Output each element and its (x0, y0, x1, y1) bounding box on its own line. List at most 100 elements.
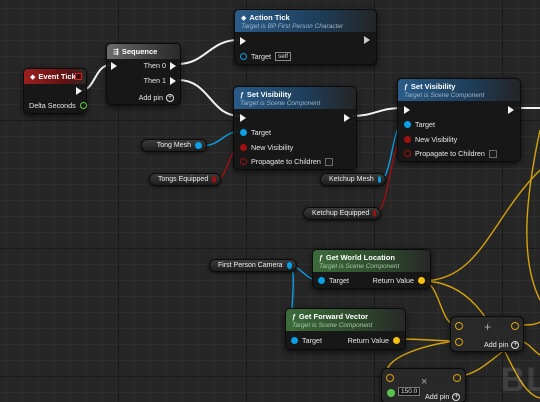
exec-out-pin[interactable] (508, 106, 514, 114)
node-title: Set Visibility (246, 90, 292, 99)
event-diamond-icon: ◆ (241, 15, 247, 22)
function-icon: ƒ (404, 84, 408, 91)
target-pin[interactable] (240, 129, 247, 136)
function-icon: ƒ (240, 92, 244, 99)
node-title: Get World Location (325, 253, 395, 262)
node-title: Get Forward Vector (298, 312, 369, 321)
input-a-pin[interactable] (455, 322, 463, 330)
target-label: Target (251, 52, 271, 61)
then0-label: Then 0 (143, 61, 166, 70)
set-visibility-node-2[interactable]: ƒ Set Visibility Target is Scene Component… (397, 78, 521, 162)
input-b-pin[interactable] (455, 338, 463, 346)
propagate-pin[interactable] (404, 150, 411, 157)
add-icon: + (511, 340, 520, 349)
vector-add-node[interactable]: + Add pin + (450, 316, 524, 352)
first-person-camera-variable[interactable]: First Person Camera (209, 259, 297, 272)
target-pin[interactable] (240, 53, 247, 60)
ketchup-equipped-pin[interactable] (373, 210, 376, 217)
event-diamond-icon: ◆ (30, 74, 36, 81)
tongs-equipped-variable[interactable]: Tongs Equipped (149, 173, 221, 186)
new-visibility-pin[interactable] (240, 144, 247, 151)
action-tick-node[interactable]: ◆ Action Tick Target is BP First Person Ch… (234, 9, 377, 65)
propagate-label: Propagate to Children (415, 149, 485, 158)
exec-wire-then0-action (177, 39, 239, 65)
blueprint-watermark: BL (500, 361, 540, 399)
tong-mesh-pin[interactable] (195, 142, 202, 149)
exec-out-pin[interactable] (76, 87, 82, 95)
target-label: Target (329, 276, 349, 285)
return-value-pin[interactable] (393, 337, 400, 344)
float-value-field[interactable]: 150.0 (398, 387, 421, 396)
new-visibility-pin[interactable] (404, 136, 411, 143)
ketchup-mesh-pin[interactable] (377, 176, 381, 183)
target-pin[interactable] (404, 121, 411, 128)
get-world-location-node[interactable]: ƒ Get World Location Target is Scene Compo… (312, 249, 431, 289)
variable-label: Tong Mesh (156, 142, 191, 149)
variable-label: Ketchup Equipped (312, 210, 370, 217)
then1-pin[interactable] (170, 76, 176, 85)
exec-in-pin[interactable] (240, 37, 246, 45)
sequence-node[interactable]: ⇶ Sequence Then 0 Then 1 Add pin + (106, 43, 181, 105)
output-pin[interactable] (511, 322, 519, 330)
node-subtitle: Target is Scene Component (404, 92, 485, 99)
propagate-checkbox[interactable] (324, 157, 333, 166)
set-visibility-node-1[interactable]: ƒ Set Visibility Target is Scene Component… (233, 86, 357, 170)
exec-wire-setvis-setvis (351, 107, 403, 117)
target-pin[interactable] (291, 337, 298, 344)
add-pin-button[interactable]: Add pin + (425, 392, 461, 401)
new-visibility-label: New Visibility (415, 135, 458, 144)
multiply-operator-icon: × (421, 376, 428, 388)
variable-label: Tongs Equipped (158, 176, 209, 183)
output-pin[interactable] (453, 374, 461, 382)
get-forward-vector-node[interactable]: ƒ Get Forward Vector Target is Scene Compo… (285, 308, 406, 350)
ketchup-mesh-variable[interactable]: Ketchup Mesh (320, 173, 386, 186)
node-subtitle: Target is Scene Component (240, 100, 321, 107)
target-label: Target (302, 336, 322, 345)
self-value: self (274, 52, 292, 61)
variable-label: First Person Camera (218, 262, 283, 269)
function-icon: ƒ (292, 314, 296, 321)
exec-in-pin[interactable] (111, 62, 117, 70)
input-a-pin[interactable] (386, 374, 394, 382)
tong-mesh-variable[interactable]: Tong Mesh (141, 139, 207, 152)
node-title: Set Visibility (410, 82, 456, 91)
add-operator-icon: + (484, 320, 492, 334)
node-title: Event Tick (38, 72, 76, 81)
exec-out-hollow-icon[interactable] (364, 36, 370, 44)
target-label: Target (251, 128, 271, 137)
propagate-pin[interactable] (240, 158, 247, 165)
delta-seconds-pin[interactable] (79, 102, 87, 109)
vector-multiply-node[interactable]: 150.0 × Add pin + (381, 368, 466, 402)
node-title: Sequence (121, 47, 158, 56)
exec-in-pin[interactable] (404, 106, 410, 114)
exec-in-pin[interactable] (240, 114, 246, 122)
tongs-equipped-pin[interactable] (212, 176, 216, 183)
add-pin-button[interactable]: Add pin + (139, 93, 174, 102)
delta-seconds-label: Delta Seconds (29, 101, 76, 110)
exec-wire-then1-setvis (177, 79, 241, 117)
return-value-label: Return Value (347, 336, 389, 345)
return-value-pin[interactable] (418, 277, 425, 284)
node-subtitle: Target is Scene Component (319, 263, 400, 270)
target-label: Target (415, 120, 435, 129)
new-visibility-label: New Visibility (251, 143, 294, 152)
event-tick-node[interactable]: ◆ Event Tick Delta Seconds (23, 68, 87, 114)
float-input-pin[interactable] (387, 389, 395, 397)
propagate-checkbox[interactable] (488, 149, 497, 158)
then0-pin[interactable] (170, 61, 176, 70)
add-icon: + (166, 93, 174, 102)
node-subtitle: Target is Scene Component (292, 322, 373, 329)
then1-label: Then 1 (143, 76, 166, 85)
event-delegate-pin[interactable] (75, 73, 82, 80)
return-value-label: Return Value (372, 276, 414, 285)
node-title: Action Tick (249, 13, 290, 22)
blueprint-graph-canvas[interactable]: ◆ Event Tick Delta Seconds ⇶ Sequence Then… (0, 0, 540, 402)
add-pin-button[interactable]: Add pin + (484, 340, 520, 349)
function-icon: ƒ (319, 255, 323, 262)
exec-out-pin[interactable] (344, 114, 350, 122)
ketchup-equipped-variable[interactable]: Ketchup Equipped (303, 207, 381, 220)
target-pin[interactable] (318, 277, 325, 284)
propagate-label: Propagate to Children (251, 157, 321, 166)
camera-pin[interactable] (286, 262, 292, 269)
node-subtitle: Target is BP First Person Character (241, 23, 344, 30)
